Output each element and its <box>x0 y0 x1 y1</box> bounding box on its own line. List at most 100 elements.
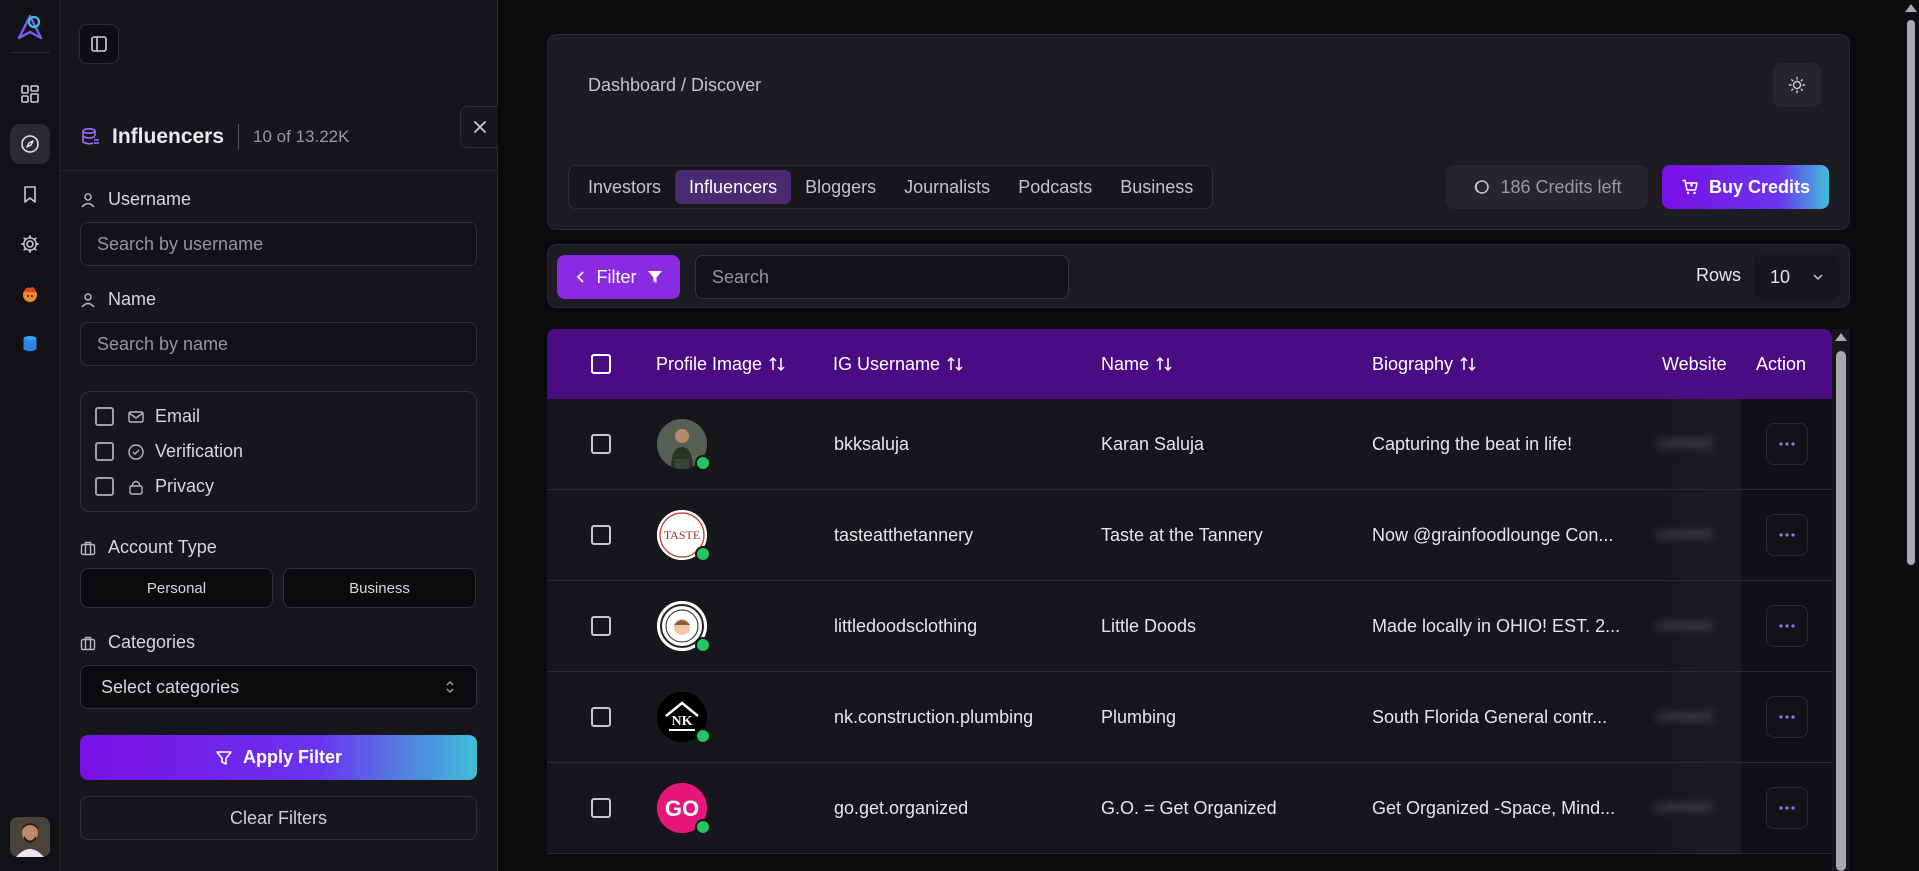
table-scroll-thumb[interactable] <box>1836 351 1846 871</box>
briefcase-icon <box>80 636 96 650</box>
panel-title: Influencers <box>112 125 225 148</box>
rail-divider <box>10 52 50 53</box>
username-cell[interactable]: bkksaluja <box>834 399 909 489</box>
row-actions-button[interactable] <box>1765 605 1808 647</box>
table-row[interactable]: bkksaluja Karan Saluja Capturing the bea… <box>547 399 1832 490</box>
col-ig-username[interactable]: IG Username <box>833 329 964 399</box>
database-list-icon <box>82 127 99 145</box>
email-checkbox[interactable] <box>95 407 114 426</box>
email-check-label: Email <box>155 406 201 426</box>
user-avatar-icon <box>10 817 50 857</box>
rail-dashboard[interactable] <box>10 74 50 114</box>
tab-business[interactable]: Business <box>1106 170 1207 204</box>
rail-saved[interactable] <box>10 174 50 214</box>
tab-influencers[interactable]: Influencers <box>675 170 792 204</box>
page-scroll-up-arrow-icon[interactable] <box>1905 4 1917 12</box>
profile-avatar[interactable] <box>657 601 711 653</box>
username-cell[interactable]: littledoodsclothing <box>834 581 977 671</box>
email-check-row[interactable]: Email <box>95 406 200 427</box>
rows-label: Rows <box>1696 265 1742 285</box>
user-avatar[interactable] <box>10 817 50 857</box>
categories-label: Categories <box>80 632 195 653</box>
profile-avatar[interactable]: GO <box>657 783 711 835</box>
row-checkbox[interactable] <box>591 707 611 727</box>
username-input[interactable] <box>80 222 477 266</box>
app-logo-icon[interactable] <box>14 12 46 44</box>
table-toolbar: Filter Rows 10 <box>547 244 1850 308</box>
rail-settings[interactable] <box>10 224 50 264</box>
tab-podcasts[interactable]: Podcasts <box>1004 170 1106 204</box>
profile-avatar[interactable]: NK <box>657 692 711 744</box>
profile-avatar[interactable]: TASTE <box>657 510 711 562</box>
table-search-input[interactable] <box>695 255 1069 299</box>
name-input[interactable] <box>80 322 477 366</box>
privacy-checkbox[interactable] <box>95 477 114 496</box>
business-type-button[interactable]: Business <box>283 568 476 608</box>
row-actions-button[interactable] <box>1765 787 1808 829</box>
table-scrollbar[interactable] <box>1832 329 1850 871</box>
row-checkbox[interactable] <box>591 525 611 545</box>
compass-icon <box>21 135 39 153</box>
tab-investors[interactable]: Investors <box>574 170 675 204</box>
rows-per-page-select[interactable]: 10 <box>1754 255 1840 299</box>
website-blurred-text: connect <box>1656 708 1713 725</box>
rail-discover[interactable] <box>10 124 50 164</box>
account-type-label: Account Type <box>80 537 217 558</box>
action-cell <box>1741 490 1832 580</box>
verification-checkbox[interactable] <box>95 442 114 461</box>
breadcrumb[interactable]: Dashboard / Discover <box>588 75 761 96</box>
profile-image-cell <box>657 399 711 489</box>
col-profile-image[interactable]: Profile Image <box>656 329 786 399</box>
table-row[interactable]: TASTE tasteatthetannery Taste at the Tan… <box>547 490 1832 581</box>
website-blurred-text: connect <box>1656 435 1713 452</box>
title-divider <box>238 124 240 150</box>
tab-journalists[interactable]: Journalists <box>890 170 1004 204</box>
website-cell: connect <box>1656 581 1741 671</box>
username-cell[interactable]: go.get.organized <box>834 763 968 853</box>
categories-select-value: Select categories <box>101 676 240 697</box>
sidebar-toggle-button[interactable] <box>79 24 119 64</box>
page-scroll-thumb[interactable] <box>1907 20 1915 565</box>
filter-toggle-button[interactable]: Filter <box>557 255 680 299</box>
row-checkbox[interactable] <box>591 616 611 636</box>
row-checkbox[interactable] <box>591 798 611 818</box>
personal-type-button[interactable]: Personal <box>80 568 273 608</box>
close-icon <box>473 121 486 133</box>
website-cell: connect <box>1656 490 1741 580</box>
profile-avatar[interactable] <box>657 419 711 471</box>
col-biography[interactable]: Biography <box>1372 329 1477 399</box>
table-row[interactable]: GO go.get.organized G.O. = Get Organized… <box>547 763 1832 854</box>
close-panel-button[interactable] <box>460 106 498 148</box>
rail-fire[interactable] <box>10 274 50 314</box>
username-label: Username <box>80 189 191 210</box>
apply-filter-button[interactable]: Apply Filter <box>80 735 477 780</box>
privacy-check-row[interactable]: Privacy <box>95 476 214 497</box>
categories-label-text: Categories <box>108 632 196 652</box>
website-cell: connect <box>1656 399 1741 489</box>
table-header: Profile Image IG Username Name Biography… <box>547 329 1832 399</box>
row-actions-button[interactable] <box>1765 696 1808 738</box>
categories-select[interactable]: Select categories <box>80 665 477 709</box>
scroll-up-arrow-icon[interactable] <box>1835 333 1847 341</box>
theme-toggle-button[interactable] <box>1773 63 1821 107</box>
verification-check-row[interactable]: Verification <box>95 441 243 462</box>
table-row[interactable]: NK nk.construction.plumbing Plumbing Sou… <box>547 672 1832 763</box>
table-row[interactable]: littledoodsclothing Little Doods Made lo… <box>547 581 1832 672</box>
row-actions-button[interactable] <box>1765 423 1808 465</box>
username-cell[interactable]: tasteatthetannery <box>834 490 973 580</box>
clear-filters-button[interactable]: Clear Filters <box>80 796 477 840</box>
row-checkbox[interactable] <box>591 434 611 454</box>
online-status-dot <box>695 546 711 562</box>
select-all-checkbox[interactable] <box>591 354 611 374</box>
page-scrollbar[interactable] <box>1903 0 1919 871</box>
username-cell[interactable]: nk.construction.plumbing <box>834 672 1033 762</box>
buy-credits-button[interactable]: Buy Credits <box>1662 165 1829 209</box>
filter-panel: Influencers 10 of 13.22K Username Name E… <box>60 0 498 871</box>
row-actions-button[interactable] <box>1765 514 1808 556</box>
mail-icon <box>128 410 144 423</box>
tab-bloggers[interactable]: Bloggers <box>791 170 890 204</box>
sidebar-toggle-icon <box>91 36 107 52</box>
col-name[interactable]: Name <box>1101 329 1173 399</box>
rail-database[interactable] <box>10 324 50 364</box>
sun-icon <box>1788 76 1806 94</box>
